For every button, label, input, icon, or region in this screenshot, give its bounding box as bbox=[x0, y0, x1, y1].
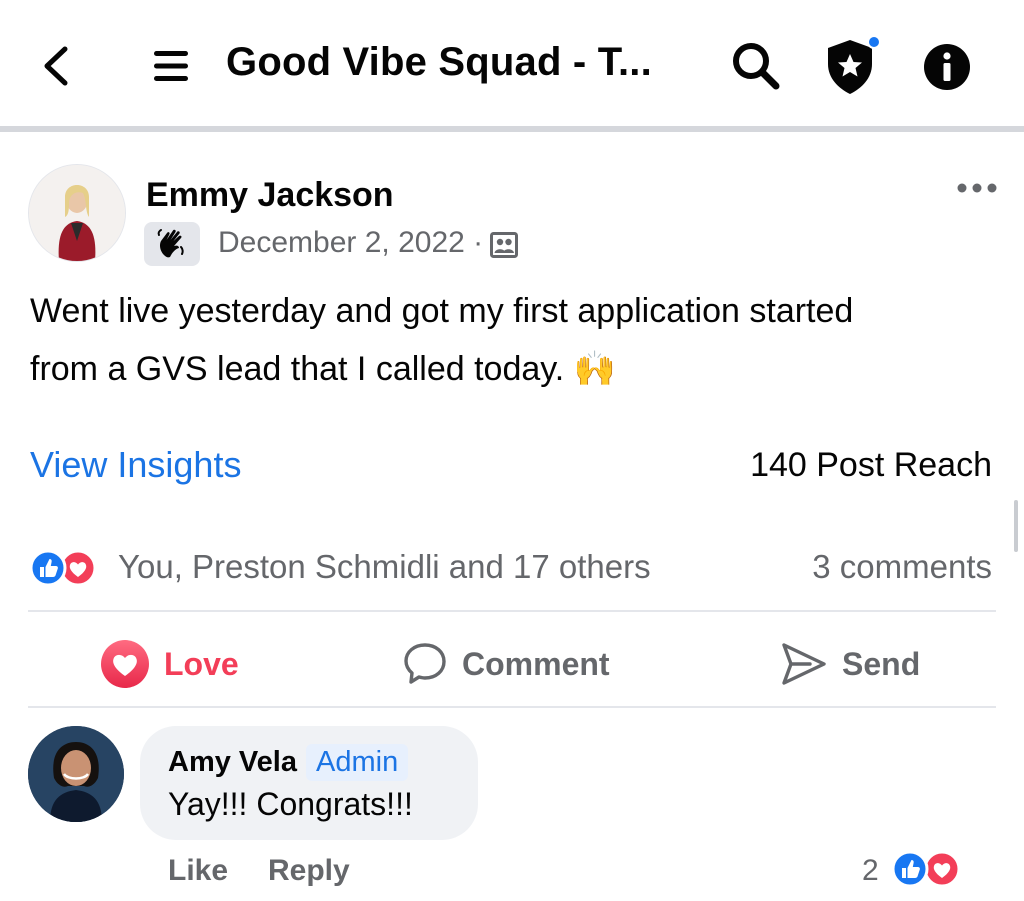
divider-bottom bbox=[28, 706, 996, 708]
header-divider bbox=[0, 126, 1024, 132]
post-reach: 140 Post Reach bbox=[750, 446, 992, 484]
post-text-line-2: from a GVS lead that I called today. 🙌 bbox=[30, 350, 617, 388]
raising-hands-emoji: 🙌 bbox=[573, 350, 617, 388]
search-icon[interactable] bbox=[730, 40, 782, 92]
send-icon bbox=[782, 643, 826, 685]
post-date[interactable]: December 2, 2022 · bbox=[218, 226, 483, 260]
admin-shield-icon[interactable] bbox=[822, 34, 882, 96]
author-avatar[interactable] bbox=[28, 164, 126, 262]
comment-bubble-icon bbox=[404, 643, 446, 684]
comment-reaction-icons[interactable] bbox=[886, 848, 970, 890]
reaction-icons[interactable] bbox=[28, 548, 108, 588]
divider-top bbox=[28, 610, 996, 612]
info-icon[interactable] bbox=[922, 42, 972, 92]
send-label: Send bbox=[842, 645, 921, 682]
post-text-line-1: Went live yesterday and got my first app… bbox=[30, 292, 854, 330]
group-title[interactable]: Good Vibe Squad - T... bbox=[226, 40, 652, 85]
post-text: Went live yesterday and got my first app… bbox=[30, 282, 1010, 398]
hand-wave-badge-icon bbox=[144, 222, 200, 266]
love-label: Love bbox=[164, 645, 239, 682]
comment-button[interactable]: Comment bbox=[402, 640, 610, 688]
menu-icon[interactable] bbox=[150, 46, 192, 86]
commenter-name[interactable]: Amy Vela bbox=[168, 746, 297, 779]
comment-text: Yay!!! Congrats!!! bbox=[168, 786, 413, 822]
comment-label: Comment bbox=[462, 645, 610, 682]
reactors-summary[interactable]: You, Preston Schmidli and 17 others bbox=[118, 548, 651, 586]
more-options-icon[interactable] bbox=[956, 180, 998, 196]
top-bar: Good Vibe Squad - T... bbox=[0, 0, 1024, 128]
scrollbar[interactable] bbox=[1014, 500, 1018, 552]
comment-reply-button[interactable]: Reply bbox=[268, 854, 350, 888]
back-arrow-icon[interactable] bbox=[36, 44, 76, 88]
post-author-name[interactable]: Emmy Jackson bbox=[146, 176, 394, 215]
admin-badge: Admin bbox=[306, 744, 409, 781]
love-reaction-icon bbox=[101, 640, 149, 688]
send-button[interactable]: Send bbox=[780, 640, 920, 688]
comment-like-button[interactable]: Like bbox=[168, 854, 228, 888]
view-insights-link[interactable]: View Insights bbox=[30, 444, 241, 486]
comments-count[interactable]: 3 comments bbox=[812, 548, 992, 586]
love-button[interactable]: Love bbox=[100, 640, 239, 688]
commenter-avatar[interactable] bbox=[28, 726, 124, 822]
group-audience-icon bbox=[488, 230, 520, 260]
comment-reaction-count[interactable]: 2 bbox=[862, 854, 879, 888]
